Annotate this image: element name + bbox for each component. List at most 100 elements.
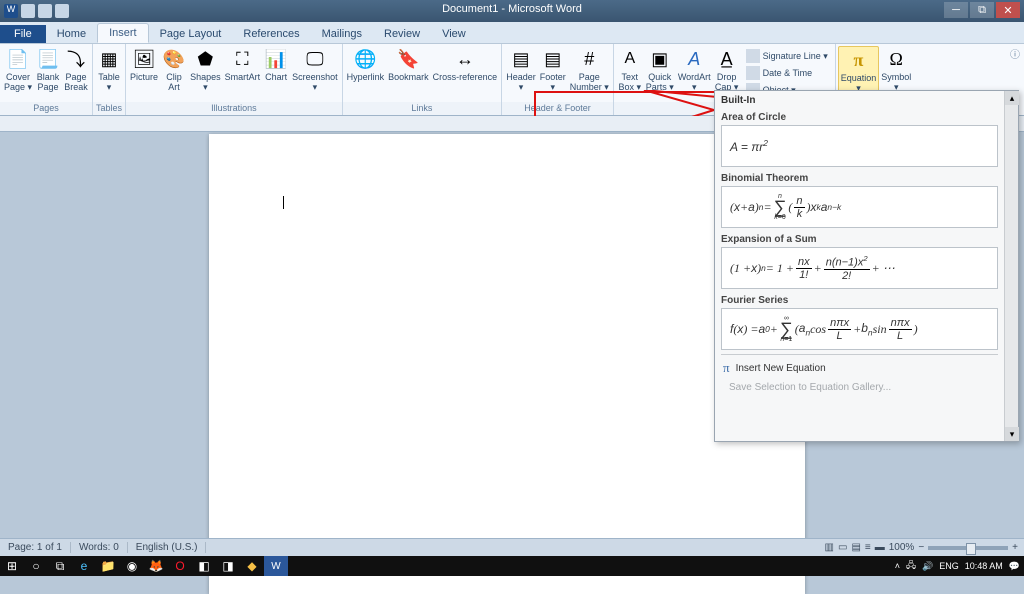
group-tables: ▦Table▾ Tables	[93, 44, 126, 115]
title-bar: W Document1 - Microsoft Word ─ ⧉ ✕	[0, 0, 1024, 22]
view-draft-icon[interactable]: ▬	[875, 542, 885, 553]
tray-volume-icon[interactable]: 🔊	[922, 561, 933, 572]
zoom-level[interactable]: 100%	[889, 542, 915, 553]
zoom-slider[interactable]	[928, 546, 1008, 550]
equation-binomial-theorem[interactable]: (x + a)n = n∑k=0 (nk) xkan−k	[721, 186, 998, 228]
app-icon-3[interactable]: ◆	[240, 556, 264, 576]
signature-icon	[746, 49, 760, 63]
explorer-icon[interactable]: 📁	[96, 556, 120, 576]
equation-category-builtin: Built-In	[721, 95, 998, 106]
smartart-button[interactable]: ⛶SmartArt	[223, 46, 263, 82]
equation-gallery-dropdown: Built-In Area of Circle A = πr2 Binomial…	[714, 90, 1019, 442]
header-button[interactable]: ▤Header▾	[504, 46, 538, 92]
status-page[interactable]: Page: 1 of 1	[0, 542, 71, 553]
zoom-in-button[interactable]: +	[1012, 542, 1018, 553]
task-view-icon[interactable]: ⧉	[48, 556, 72, 576]
group-pages: 📄CoverPage ▾ 📃BlankPage ⤵PageBreak Pages	[0, 44, 93, 115]
opera-icon[interactable]: O	[168, 556, 192, 576]
symbol-button[interactable]: ΩSymbol▾	[879, 46, 913, 92]
restore-button[interactable]: ⧉	[970, 2, 994, 18]
start-button[interactable]: ⊞	[0, 556, 24, 576]
view-print-layout-icon[interactable]: ▥	[825, 542, 834, 553]
tab-mailings[interactable]: Mailings	[311, 25, 373, 43]
footer-button[interactable]: ▤Footer▾	[538, 46, 568, 92]
page-break-button[interactable]: ⤵PageBreak	[62, 46, 90, 92]
cross-reference-button[interactable]: ↔Cross-reference	[431, 46, 500, 82]
equation-scrollbar[interactable]: ▴ ▾	[1004, 91, 1018, 441]
tab-insert[interactable]: Insert	[97, 23, 149, 43]
equation-item-label: Area of Circle	[721, 112, 998, 123]
taskbar-word-icon[interactable]: W	[264, 556, 288, 576]
quick-parts-button[interactable]: ▣QuickParts ▾	[644, 46, 676, 92]
ribbon-tabs: File Home Insert Page Layout References …	[0, 22, 1024, 44]
text-cursor	[283, 196, 284, 209]
text-box-button[interactable]: ATextBox ▾	[616, 46, 644, 92]
tab-file[interactable]: File	[0, 25, 46, 43]
chart-button[interactable]: 📊Chart	[262, 46, 290, 82]
tray-notifications-icon[interactable]: 💬	[1009, 561, 1020, 572]
app-icon-2[interactable]: ◨	[216, 556, 240, 576]
hyperlink-button[interactable]: 🌐Hyperlink	[345, 46, 387, 82]
equation-item-label: Expansion of a Sum	[721, 234, 998, 245]
windows-taskbar: ⊞ ○ ⧉ e 📁 ◉ 🦊 O ◧ ◨ ◆ W ˄ 🖧 🔊 ENG 10:48 …	[0, 556, 1024, 576]
tab-page-layout[interactable]: Page Layout	[149, 25, 233, 43]
equation-button[interactable]: πEquation▾	[838, 46, 880, 94]
scroll-down-icon[interactable]: ▾	[1005, 427, 1019, 441]
group-header-footer: ▤Header▾ ▤Footer▾ #PageNumber ▾ Header &…	[502, 44, 614, 115]
firefox-icon[interactable]: 🦊	[144, 556, 168, 576]
cover-page-button[interactable]: 📄CoverPage ▾	[2, 46, 34, 92]
pi-icon: π	[723, 360, 730, 376]
word-app-icon[interactable]: W	[4, 4, 18, 18]
group-illustrations: 🖼Picture 🎨ClipArt ⬟Shapes▾ ⛶SmartArt 📊Ch…	[126, 44, 343, 115]
close-button[interactable]: ✕	[996, 2, 1020, 18]
tray-network-icon[interactable]: 🖧	[906, 558, 916, 574]
group-links: 🌐Hyperlink 🔖Bookmark ↔Cross-reference Li…	[343, 44, 503, 115]
insert-new-equation[interactable]: π Insert New Equation	[721, 357, 998, 379]
app-icon[interactable]: ◧	[192, 556, 216, 576]
signature-line-button[interactable]: Signature Line ▾	[744, 48, 830, 64]
tray-language[interactable]: ENG	[939, 561, 959, 571]
drop-cap-button[interactable]: A̲DropCap ▾	[713, 46, 741, 92]
calendar-icon	[746, 66, 760, 80]
tab-view[interactable]: View	[431, 25, 477, 43]
window-title: Document1 - Microsoft Word	[442, 3, 582, 15]
tray-up-icon[interactable]: ˄	[895, 561, 900, 571]
tab-home[interactable]: Home	[46, 25, 97, 43]
view-web-layout-icon[interactable]: ▤	[851, 542, 860, 553]
redo-icon[interactable]	[55, 4, 69, 18]
date-time-button[interactable]: Date & Time	[744, 65, 830, 81]
scroll-up-icon[interactable]: ▴	[1005, 91, 1019, 105]
chrome-icon[interactable]: ◉	[120, 556, 144, 576]
save-icon[interactable]	[21, 4, 35, 18]
view-full-screen-icon[interactable]: ▭	[838, 542, 847, 553]
bookmark-button[interactable]: 🔖Bookmark	[386, 46, 431, 82]
quick-access-toolbar: W	[0, 4, 69, 18]
picture-button[interactable]: 🖼Picture	[128, 46, 160, 82]
view-outline-icon[interactable]: ≡	[865, 542, 871, 553]
table-button[interactable]: ▦Table▾	[95, 46, 123, 92]
undo-icon[interactable]	[38, 4, 52, 18]
equation-area-of-circle[interactable]: A = πr2	[721, 125, 998, 167]
cortana-icon[interactable]: ○	[24, 556, 48, 576]
equation-item-label: Binomial Theorem	[721, 173, 998, 184]
status-bar: Page: 1 of 1 Words: 0 English (U.S.) ▥ ▭…	[0, 538, 1024, 556]
shapes-button[interactable]: ⬟Shapes▾	[188, 46, 223, 92]
edge-icon[interactable]: e	[72, 556, 96, 576]
tray-clock[interactable]: 10:48 AM	[965, 561, 1003, 571]
zoom-out-button[interactable]: −	[918, 542, 924, 553]
tab-references[interactable]: References	[232, 25, 310, 43]
clipart-button[interactable]: 🎨ClipArt	[160, 46, 188, 92]
screenshot-button[interactable]: 🖵Screenshot▾	[290, 46, 340, 92]
equation-item-label: Fourier Series	[721, 295, 998, 306]
equation-expansion-of-sum[interactable]: (1 + x)n = 1 + nx1! + n(n−1)x22! + ⋯	[721, 247, 998, 289]
minimize-button[interactable]: ─	[944, 2, 968, 18]
tab-review[interactable]: Review	[373, 25, 431, 43]
equation-fourier-series[interactable]: f(x) = a0 + ∞∑n=1 (an cos nπxL + bn sin …	[721, 308, 998, 350]
help-icon[interactable]: ⓘ	[1010, 46, 1020, 61]
save-to-equation-gallery: Save Selection to Equation Gallery...	[721, 379, 998, 396]
wordart-button[interactable]: AWordArt▾	[676, 46, 713, 92]
page-number-button[interactable]: #PageNumber ▾	[568, 46, 611, 92]
status-language[interactable]: English (U.S.)	[128, 542, 207, 553]
blank-page-button[interactable]: 📃BlankPage	[34, 46, 62, 92]
status-words[interactable]: Words: 0	[71, 542, 128, 553]
